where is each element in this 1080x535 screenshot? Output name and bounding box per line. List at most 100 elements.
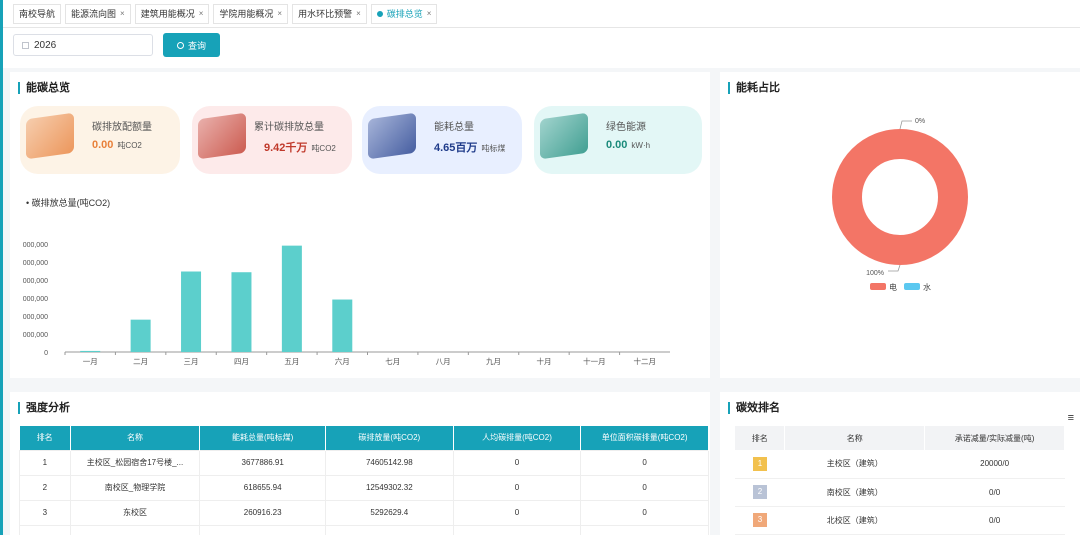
tab-label: 碳排总览 — [386, 9, 423, 19]
column-header: 人均碳排量(吨CO2) — [453, 426, 582, 450]
bar-五月[interactable] — [281, 245, 302, 352]
tab-3[interactable]: 学院用能概况 × — [213, 3, 289, 24]
kpi-unit: 吨CO2 — [117, 141, 142, 150]
kpi-value: 0.00 吨CO2 — [92, 139, 142, 151]
bar-六月[interactable] — [332, 299, 353, 352]
query-button[interactable]: 查询 — [163, 33, 220, 57]
chart-title-text: 碳排放总量(吨CO2) — [31, 198, 111, 208]
table-row[interactable]: 3 北校区（建筑） 0/0 — [735, 506, 1065, 535]
kpi-label: 绿色能源 — [606, 122, 646, 133]
kpi-card-2: 能耗总量 4.65百万 吨标煤 — [362, 106, 522, 174]
column-header: 排名 — [19, 426, 71, 450]
tab-label: 建筑用能概况 — [140, 9, 195, 19]
tab-2[interactable]: 建筑用能概况 × — [134, 3, 210, 24]
legend-swatch[interactable] — [870, 283, 886, 290]
table-row[interactable]: 3 东校区 260916.23 5292629.4 0 0 — [19, 499, 709, 526]
table-cell: 东校区 — [69, 499, 201, 526]
kpi-value-number: 0.00 — [92, 139, 114, 151]
green-energy-icon — [540, 112, 588, 160]
kpi-label: 能耗总量 — [434, 122, 474, 133]
table-cell: 20000/0 — [924, 450, 1065, 479]
close-icon[interactable]: × — [277, 9, 282, 18]
bar-一月[interactable] — [80, 350, 101, 352]
menu-icon[interactable]: ≡ — [1068, 412, 1074, 424]
medal-icon: 2 — [752, 485, 767, 499]
intensity-panel: 强度分析 排名 名称 能耗总量(吨标煤) 碳排放量(吨CO2) 人均碳排量(吨CO2) 单… — [10, 392, 710, 535]
close-icon[interactable]: × — [427, 9, 432, 18]
donut-slice-电[interactable] — [832, 129, 968, 265]
legend-label[interactable]: 电 — [889, 282, 897, 292]
kpi-card-1: 累计碳排放总量 9.42千万 吨CO2 — [192, 106, 352, 174]
column-header: 单位面积碳排量(吨CO2) — [580, 426, 709, 450]
tab-4[interactable]: 用水环比预警 × — [292, 3, 367, 24]
legend-swatch[interactable] — [904, 283, 920, 290]
table-cell: 2 — [19, 474, 71, 501]
share-title: 能耗占比 — [728, 82, 780, 94]
close-icon[interactable]: × — [199, 9, 204, 18]
bar-二月[interactable] — [130, 319, 151, 352]
overview-panel: 能碳总览 碳排放配额量 0.00 吨CO2 累计碳排放总量 9.42千万 吨CO2 能耗总量… — [10, 72, 710, 378]
intensity-table: 排名 名称 能耗总量(吨标煤) 碳排放量(吨CO2) 人均碳排量(吨CO2) 单位面积碳排… — [19, 426, 709, 535]
column-header: 碳排放量(吨CO2) — [325, 426, 454, 450]
tab-0[interactable]: 南校导航 — [13, 3, 62, 24]
x-tick-label: 五月 — [284, 357, 299, 366]
left-accent-bar — [0, 0, 3, 535]
x-tick-label: 十二月 — [634, 356, 657, 366]
kpi-unit: 吨CO2 — [311, 144, 336, 153]
table-cell: 主校区（建筑） — [784, 450, 925, 479]
table-cell: 1 — [19, 449, 71, 476]
quota-icon — [26, 112, 74, 160]
kpi-label: 累计碳排放总量 — [254, 122, 324, 133]
table-cell: 南校区（建筑） — [784, 478, 925, 507]
filter-bar: 2026 查询 — [3, 28, 1080, 68]
table-cell: 0 — [452, 449, 582, 476]
tab-label: 南校导航 — [19, 9, 56, 19]
energy-icon — [368, 112, 416, 160]
column-header: 承诺减量/实际减量(吨) — [924, 426, 1065, 450]
kpi-card-0: 碳排放配额量 0.00 吨CO2 — [20, 106, 180, 174]
ranking-table: 排名 名称 承诺减量/实际减量(吨) 1 主校区（建筑） 20000/0 2 南校区（建筑） 0… — [735, 426, 1065, 535]
tab-1[interactable]: 能源流向图 × — [65, 3, 131, 24]
year-value: 2026 — [34, 39, 57, 51]
label-leader-line — [888, 264, 901, 272]
column-header: 名称 — [70, 426, 201, 450]
kpi-value: 4.65百万 吨标煤 — [434, 139, 505, 155]
table-cell: 618655.94 — [199, 474, 326, 501]
calendar-icon — [22, 41, 29, 49]
tab-label: 学院用能概况 — [219, 9, 274, 19]
table-cell: 主校区_松园宿舍17号楼_... — [69, 449, 201, 476]
table-row[interactable]: 2 南校区_物理学院 618655.94 12549302.32 0 0 — [19, 474, 709, 501]
tab-5[interactable]: 碳排总览 × — [370, 3, 438, 24]
table-row[interactable]: 1 主校区（建筑） 20000/0 — [735, 450, 1065, 479]
y-tick-label: 000,000 — [23, 242, 48, 249]
search-icon — [176, 41, 184, 49]
x-tick-label: 七月 — [385, 357, 400, 366]
kpi-card-3: 绿色能源 0.00 kW·h — [534, 106, 702, 174]
table-row — [19, 524, 709, 535]
y-tick-label: 000,000 — [23, 260, 48, 267]
legend-label[interactable]: 水 — [923, 282, 931, 292]
carbon-bar-chart: 0 000,000 000,000 000,000 000,000 000,000 000,… — [23, 242, 670, 366]
table-cell: 3 — [19, 499, 71, 526]
x-tick-label: 四月 — [234, 357, 249, 366]
x-tick-label: 一月 — [83, 357, 98, 366]
table-cell: 3677886.91 — [199, 449, 326, 476]
medal-icon: 1 — [752, 456, 767, 471]
close-icon[interactable]: × — [120, 9, 125, 18]
tab-label: 能源流向图 — [71, 9, 117, 19]
table-row[interactable]: 2 南校区（建筑） 0/0 — [735, 478, 1065, 507]
x-tick-label: 六月 — [335, 356, 350, 366]
table-cell: 5292629.4 — [324, 499, 454, 526]
label-leader-line — [899, 120, 912, 130]
table-cell: 0 — [452, 474, 582, 501]
medal-icon: 3 — [752, 513, 767, 527]
table-cell: 0/0 — [924, 506, 1065, 535]
year-picker[interactable]: 2026 — [13, 34, 153, 56]
kpi-unit: kW·h — [631, 141, 651, 150]
close-icon[interactable]: × — [356, 9, 361, 18]
bar-三月[interactable] — [181, 271, 202, 352]
y-tick-label: 000,000 — [23, 296, 48, 303]
bar-四月[interactable] — [231, 272, 252, 352]
table-row[interactable]: 1 主校区_松园宿舍17号楼_... 3677886.91 74605142.98 0 0 — [19, 449, 709, 476]
x-tick-label: 八月 — [436, 357, 451, 366]
